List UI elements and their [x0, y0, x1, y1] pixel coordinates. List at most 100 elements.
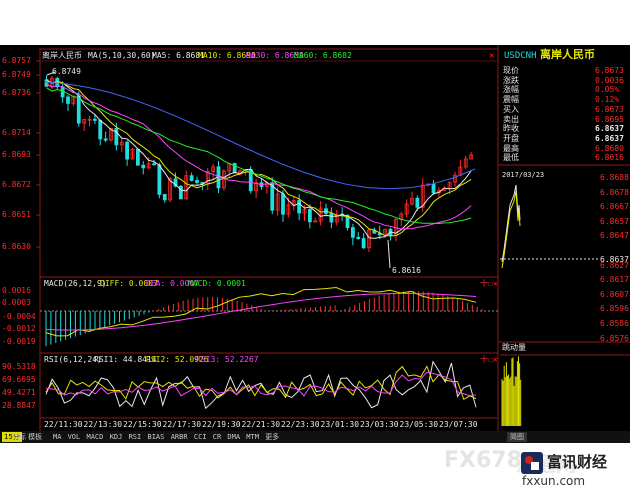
- tab-indicator[interactable]: RSI: [129, 432, 142, 442]
- candle-body: [361, 238, 366, 249]
- tab-indicator[interactable]: MA: [53, 432, 61, 442]
- candle-body: [162, 194, 167, 201]
- fx678-watermark: FX678: [444, 448, 522, 473]
- quote-row-value: 0.12%: [595, 95, 620, 105]
- candle-body: [356, 236, 361, 239]
- candle-body: [415, 197, 420, 208]
- candle-body: [103, 138, 108, 141]
- quote-name: 离岸人民币: [540, 48, 595, 61]
- chart-title: 离岸人民币: [42, 51, 82, 60]
- time-axis-label: 22/17:30: [162, 420, 202, 429]
- tab-indicator[interactable]: ARBR: [171, 432, 188, 442]
- time-axis-label: 22/19:30: [202, 420, 241, 429]
- low-marker-arrow: [387, 239, 391, 269]
- price-axis-label: 6.8672: [2, 180, 31, 189]
- price-axis-label: 6.8693: [2, 150, 31, 159]
- macd-axis-label: 0.0003: [2, 298, 31, 307]
- simple-view-button[interactable]: 简图: [507, 432, 527, 442]
- candle-body: [189, 175, 194, 181]
- ma60-line: [46, 87, 472, 225]
- macd-params: MACD(26,12,9): [44, 279, 107, 288]
- candle-body: [195, 180, 199, 183]
- quote-row-label: 开盘: [503, 133, 519, 143]
- main-frame: [39, 48, 499, 433]
- volume-label: 跳动量: [502, 343, 526, 352]
- tab-indicator[interactable]: MACD: [87, 432, 104, 442]
- price-axis-label: 6.8714: [2, 128, 31, 137]
- tab-left-0[interactable]: 指标: [12, 432, 26, 442]
- quote-row-value: 6.8673: [595, 104, 624, 114]
- panel-close-icon[interactable]: ✕: [489, 51, 494, 61]
- time-axis-label: 22/21:30: [241, 420, 281, 429]
- rsi-axis-label: 28.8847: [2, 401, 36, 410]
- ma30-line: [46, 83, 472, 230]
- ma60-value: MA60: 6.8682: [294, 51, 352, 60]
- chart-canvas: [36, 45, 630, 433]
- tab-indicator[interactable]: CCI: [194, 432, 207, 442]
- candle-body: [114, 128, 119, 146]
- quote-row-label: 震幅: [503, 95, 519, 105]
- quote-row-value: 0.0036: [595, 75, 624, 85]
- quote-row-value: 6.8637: [595, 133, 624, 143]
- macd-panel-controls[interactable]: 十☐✕: [480, 279, 498, 289]
- tab-indicator[interactable]: DMA: [227, 432, 240, 442]
- tab-indicator[interactable]: MTM: [246, 432, 259, 442]
- candle-body: [281, 193, 285, 215]
- quote-row-label: 最低: [503, 153, 519, 163]
- mini-axis-label: 6.8647: [600, 231, 629, 241]
- candle-body: [125, 141, 130, 160]
- ma-params: MA(5,10,30,60): [88, 51, 156, 60]
- candle-body: [157, 164, 162, 195]
- quote-row-label: 昨收: [503, 124, 519, 134]
- quote-row-value: 6.8695: [595, 114, 624, 124]
- candle-body: [92, 118, 97, 121]
- mini-axis-label: 6.8586: [600, 319, 629, 328]
- mini-chart-date: 2017/03/23: [502, 171, 545, 179]
- time-axis-label: 22/11:30: [44, 420, 83, 429]
- mini-axis-label: 6.8576: [600, 333, 629, 343]
- rsi3-value: RSI3: 52.2267: [196, 355, 259, 364]
- candle-body: [307, 209, 312, 223]
- macd-axis-label: -0.0004: [2, 312, 36, 321]
- ma5-line: [46, 79, 472, 239]
- quote-row-value: 6.8680: [595, 143, 624, 153]
- quote-row-value: 6.8673: [595, 66, 624, 75]
- time-axis-label: 22/13:30: [83, 420, 123, 429]
- candle-body: [350, 227, 355, 238]
- rsi-axis-label: 69.6695: [2, 375, 36, 384]
- tab-indicator[interactable]: BIAS: [148, 432, 165, 442]
- tab-indicator[interactable]: VOL: [68, 432, 81, 442]
- time-axis-label: 23/03:30: [360, 420, 399, 429]
- price-axis-label: 6.8651: [2, 210, 31, 219]
- time-axis-label: 23/01:30: [320, 420, 360, 429]
- tab-indicator[interactable]: CR: [213, 432, 221, 442]
- mini-axis-label: 6.8657: [600, 216, 629, 226]
- tab-left-1[interactable]: 模板: [28, 432, 42, 442]
- tab-indicator[interactable]: 更多: [265, 432, 279, 442]
- time-axis-label: 23/07:30: [439, 420, 478, 429]
- quote-row-value: 0.05%: [595, 85, 620, 95]
- macd-axis-label: -0.0012: [2, 324, 36, 333]
- rsi-panel-controls[interactable]: 十☐✕: [480, 355, 498, 365]
- price-axis-label: 6.8749: [2, 70, 31, 79]
- quote-row-label: 涨幅: [503, 85, 519, 95]
- time-axis-label: 22/15:30: [123, 420, 162, 429]
- mini-axis-label: 6.8688: [600, 173, 629, 182]
- candle-body: [135, 148, 140, 166]
- candle-body: [98, 119, 103, 140]
- rsi-axis-label: 49.4271: [2, 388, 36, 397]
- candle-body: [329, 213, 334, 223]
- brand-domain: fxxun.com: [522, 474, 586, 488]
- quote-row-value: 6.8637: [595, 124, 624, 134]
- mini-axis-label: 6.8617: [600, 275, 629, 285]
- quote-row-value: 6.8616: [595, 153, 624, 163]
- mini-axis-label: 6.8627: [600, 260, 629, 270]
- quote-row-label: 卖出: [503, 114, 519, 124]
- time-axis-label: 23/05:30: [399, 420, 439, 429]
- price-axis-label: 6.8630: [2, 242, 31, 251]
- candle-body: [76, 95, 81, 124]
- tab-indicator[interactable]: KDJ: [110, 432, 123, 442]
- price-axis-label: 6.8757: [2, 56, 31, 65]
- indicator-tab-bar: 15分 指标 模板 MA VOL MACD KDJ RSI BIAS ARBR CCI CR DMA M…: [0, 431, 630, 443]
- mini-axis-label: 6.8607: [600, 289, 629, 299]
